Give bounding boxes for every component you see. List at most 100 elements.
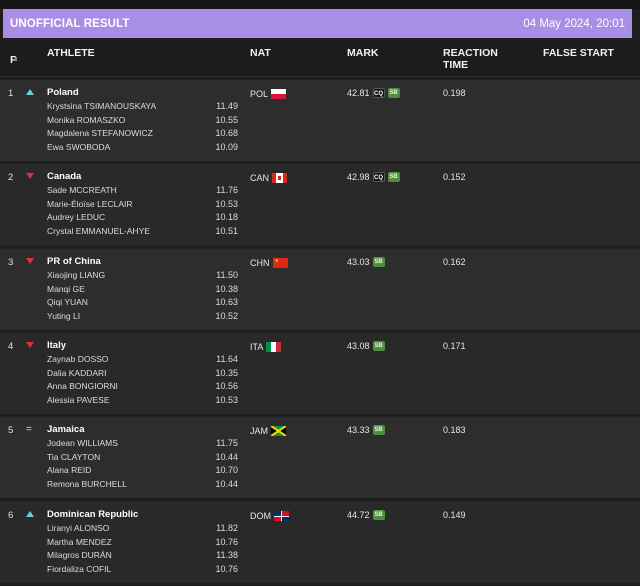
- split-time: 10.76: [215, 564, 238, 574]
- athlete-name[interactable]: Ewa SWOBODA: [47, 142, 110, 152]
- athlete-name[interactable]: Monika ROMASZKO: [47, 115, 125, 125]
- split-time: 10.35: [215, 368, 238, 378]
- position: 5: [8, 425, 14, 436]
- col-reaction-header: REACTION TIME: [443, 47, 498, 71]
- reaction-time: 0.198: [443, 88, 466, 98]
- col-athlete-header: ATHLETE: [47, 47, 95, 59]
- split-time: 11.49: [216, 101, 238, 111]
- team-name[interactable]: Poland: [47, 87, 79, 98]
- athlete-name[interactable]: Marie-Éloïse LECLAIR: [47, 199, 133, 209]
- team-name[interactable]: Italy: [47, 340, 66, 351]
- athlete-name[interactable]: Anna BONGIORNI: [47, 381, 118, 391]
- trend-down-icon: [26, 173, 34, 179]
- sort-icon[interactable]: ▲: [12, 54, 19, 66]
- split-time: 10.56: [215, 381, 238, 391]
- athlete-name[interactable]: Xiaojing LIANG: [47, 270, 105, 280]
- position: 3: [8, 257, 14, 268]
- trend-indicator: =: [26, 424, 36, 435]
- position: 2: [8, 172, 14, 183]
- nat-code: POL: [250, 89, 269, 99]
- mark-value: 43.08: [347, 341, 370, 351]
- col-nat-header: NAT: [250, 47, 271, 59]
- trend-indicator: [26, 511, 36, 519]
- mark-value: 42.81: [347, 88, 370, 98]
- split-time: 11.82: [216, 523, 238, 533]
- col-reaction-line2: TIME: [443, 59, 469, 71]
- sb-badge: SB: [372, 257, 385, 267]
- team-name[interactable]: Canada: [47, 171, 81, 182]
- sb-badge: SB: [387, 172, 400, 182]
- split-time: 10.70: [215, 465, 238, 475]
- split-time: 10.18: [215, 212, 238, 222]
- athlete-name[interactable]: Yuting LI: [47, 311, 80, 321]
- split-time: 11.75: [216, 438, 238, 448]
- sb-badge: SB: [387, 88, 400, 98]
- reaction-time: 0.171: [443, 341, 466, 351]
- mark-value: 42.98: [347, 172, 370, 182]
- trend-same-icon: =: [26, 424, 32, 435]
- result-banner: UNOFFICIAL RESULT 04 May 2024, 20:01: [3, 9, 632, 38]
- team-name[interactable]: Jamaica: [47, 424, 85, 435]
- reaction-time: 0.152: [443, 172, 466, 182]
- sb-badge: SB: [372, 425, 385, 435]
- banner-title: UNOFFICIAL RESULT: [10, 17, 130, 30]
- table-row[interactable]: 1 Poland Krystsina TSIMANOUSKAYA 11.49 Moni…: [0, 79, 640, 161]
- table-row[interactable]: 4 Italy Zaynab DOSSO 11.64 Dalia KADDARI 10.…: [0, 332, 640, 414]
- jam-flag-icon: [271, 426, 286, 436]
- pol-flag-icon: [271, 89, 287, 99]
- athlete-name[interactable]: Alessia PAVESE: [47, 395, 110, 405]
- position: 1: [8, 88, 14, 99]
- trend-indicator: [26, 258, 36, 266]
- sb-badge: SB: [372, 341, 385, 351]
- athlete-name[interactable]: Zaynab DOSSO: [47, 354, 108, 364]
- table-row[interactable]: 5 = Jamaica Jodean WILLIAMS 11.75 Tia CLAYT…: [0, 416, 640, 498]
- athlete-name[interactable]: Qiqi YUAN: [47, 297, 88, 307]
- table-row[interactable]: 3 PR of China Xiaojing LIANG 11.50 Manqi GE…: [0, 248, 640, 330]
- athlete-name[interactable]: Magdalena STEFANOWICZ: [47, 128, 153, 138]
- col-mark-header: MARK: [347, 47, 379, 59]
- athlete-name[interactable]: Tia CLAYTON: [47, 452, 100, 462]
- athlete-name[interactable]: Jodean WILLIAMS: [47, 438, 118, 448]
- table-row[interactable]: 2 Canada Sade MCCREATH 11.76 Marie-Éloïse L…: [0, 163, 640, 245]
- nat-code: CHN: [250, 258, 270, 268]
- nationality: DOM: [250, 511, 289, 521]
- mark: 44.72 SB: [347, 510, 385, 520]
- banner-date: 04 May 2024, 20:01: [523, 17, 625, 30]
- athlete-name[interactable]: Dalia KADDARI: [47, 368, 107, 378]
- split-time: 11.38: [216, 550, 238, 560]
- athlete-name[interactable]: Martha MENDEZ: [47, 537, 112, 547]
- split-time: 10.09: [215, 142, 238, 152]
- can-flag-icon: [272, 173, 288, 183]
- position: 6: [8, 510, 14, 521]
- mark-value: 43.33: [347, 425, 370, 435]
- athlete-name[interactable]: Milagros DURÁN: [47, 550, 112, 560]
- trend-indicator: [26, 342, 36, 350]
- trend-down-icon: [26, 258, 34, 264]
- athlete-name[interactable]: Audrey LEDUC: [47, 212, 105, 222]
- athlete-name[interactable]: Crystal EMMANUEL-AHYE: [47, 226, 150, 236]
- trend-up-icon: [26, 89, 34, 95]
- team-name[interactable]: PR of China: [47, 256, 101, 267]
- trend-indicator: [26, 89, 36, 97]
- nationality: ITA: [250, 342, 282, 352]
- ita-flag-icon: [266, 342, 282, 352]
- mark: 43.03 SB: [347, 257, 385, 267]
- athlete-name[interactable]: Liranyi ALONSO: [47, 523, 109, 533]
- top-strip: [0, 0, 640, 9]
- team-name[interactable]: Dominican Republic: [47, 509, 138, 520]
- nationality: POL: [250, 89, 287, 99]
- athlete-name[interactable]: Manqi GE: [47, 284, 85, 294]
- athlete-name[interactable]: Alana REID: [47, 465, 91, 475]
- athlete-name[interactable]: Krystsina TSIMANOUSKAYA: [47, 101, 156, 111]
- athlete-name[interactable]: Remona BURCHELL: [47, 479, 127, 489]
- athlete-name[interactable]: Sade MCCREATH: [47, 185, 117, 195]
- mark-value: 43.03: [347, 257, 370, 267]
- athlete-name[interactable]: Fiordaliza COFIL: [47, 564, 111, 574]
- mark: 43.08 SB: [347, 341, 385, 351]
- table-row[interactable]: 6 Dominican Republic Liranyi ALONSO 11.82 M…: [0, 501, 640, 583]
- nat-code: ITA: [250, 342, 264, 352]
- reaction-time: 0.162: [443, 257, 466, 267]
- cq-badge: CQ: [372, 172, 385, 182]
- split-time: 10.38: [215, 284, 238, 294]
- split-time: 10.55: [215, 115, 238, 125]
